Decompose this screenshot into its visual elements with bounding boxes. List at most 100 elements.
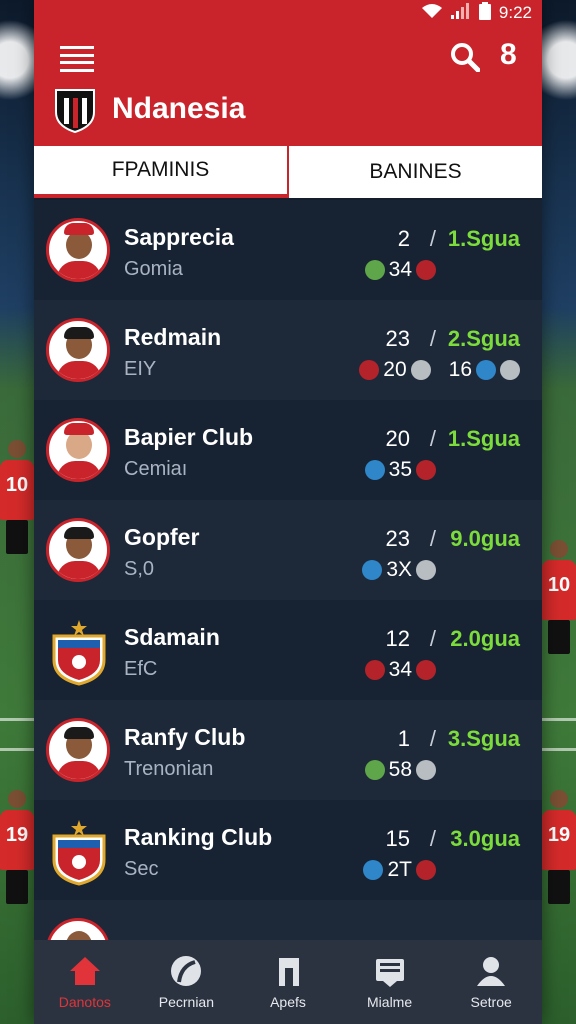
list-item[interactable]: Sdamain EfC 12 / 2.0gua 34 — [34, 600, 542, 700]
list-item[interactable]: Ranfy Club Trenonian 1 / 3.Sgua 58 — [34, 700, 542, 800]
club-subtitle: EIY — [124, 358, 157, 380]
nav-item-mialme[interactable]: Mialme — [339, 940, 441, 1024]
stat-green-icon — [364, 260, 385, 280]
background-player: 10 — [542, 540, 576, 654]
notification-count[interactable]: 8 — [500, 38, 517, 72]
background-player: 19 — [542, 790, 576, 904]
club-name: Sapprecia — [124, 224, 234, 250]
signal-icon — [450, 2, 471, 24]
nav-label: Apefs — [270, 994, 306, 1010]
stat-value: 34 — [388, 258, 412, 281]
club-name: Redmain — [124, 324, 222, 350]
stat-value: 34 — [388, 658, 412, 681]
stat-value: 3X — [386, 558, 412, 581]
tab-fpaminis[interactable]: FPAMINIS — [34, 146, 289, 198]
club-name: Bapier Club — [124, 424, 254, 450]
separator: / — [429, 526, 436, 551]
tab-bar: FPAMINIS BANINES — [34, 146, 542, 198]
separator: / — [429, 326, 436, 351]
avatar — [46, 418, 110, 482]
club-name: Ranfy Club — [124, 724, 246, 750]
ball-icon — [171, 956, 202, 986]
search-icon[interactable] — [450, 42, 481, 73]
separator: / — [429, 426, 436, 451]
club-subtitle: Cemiaı — [124, 458, 188, 480]
nav-item-setroe[interactable]: Setroe — [440, 940, 542, 1024]
club-stats: 2T — [363, 858, 436, 882]
stat-grey-icon — [500, 360, 520, 380]
club-stats: 3X — [362, 558, 436, 582]
avatar — [46, 318, 110, 382]
club-rank: 1 — [397, 726, 410, 751]
nav-item-home[interactable]: Danotos — [34, 940, 136, 1024]
list-item[interactable] — [34, 900, 542, 940]
menu-icon[interactable] — [60, 46, 94, 72]
club-crest-icon — [52, 620, 106, 686]
club-league: 3.0gua — [450, 826, 520, 851]
person-icon — [477, 957, 506, 986]
stat-value: 16 — [448, 358, 472, 381]
club-stats: 35 — [364, 458, 436, 482]
club-rank: 15 — [385, 826, 410, 851]
club-league: 2.0gua — [450, 626, 520, 651]
page-title: Ndanesia — [112, 92, 246, 125]
club-stats: 34 — [364, 258, 436, 282]
wifi-icon — [421, 3, 443, 24]
stat-grey-icon — [416, 560, 436, 580]
stat-red-icon — [416, 660, 436, 680]
club-crest-icon — [52, 820, 106, 886]
app-panel: 9:22 8 Ndanesia FPAMINIS BANINES Sapprec… — [34, 0, 542, 1024]
club-rank: 20 — [385, 426, 410, 451]
club-subtitle: Gomia — [124, 258, 183, 280]
list-item[interactable]: Sapprecia Gomia 2 / 1.Sgua 34 — [34, 200, 542, 300]
news-icon — [375, 959, 404, 987]
club-subtitle: Sec — [124, 858, 159, 880]
status-time: 9:22 — [498, 3, 532, 22]
club-name: Ranking Club — [124, 824, 273, 850]
stat-value: 35 — [388, 458, 412, 481]
nav-label: Danotos — [58, 994, 111, 1010]
stat-green-icon — [364, 760, 385, 780]
stat-blue-icon — [476, 360, 496, 380]
background-player: 19 — [0, 790, 34, 904]
list-item[interactable]: Redmain EIY 23 / 2.Sgua 20 16 — [34, 300, 542, 400]
stat-red-icon — [359, 360, 380, 380]
separator: / — [429, 226, 436, 251]
club-league: 1.Sgua — [447, 226, 520, 251]
status-bar: 9:22 — [34, 0, 542, 26]
nav-item-pecrnian[interactable]: Pecrnian — [136, 940, 238, 1024]
music-icon — [278, 958, 299, 986]
avatar — [46, 718, 110, 782]
stat-red-icon — [364, 660, 385, 680]
club-league: 1.Sgua — [447, 426, 520, 451]
list-item[interactable]: Bapier Club Cemiaı 20 / 1.Sgua 35 — [34, 400, 542, 500]
stat-red-icon — [416, 860, 436, 880]
stat-blue-icon — [363, 860, 384, 880]
stat-grey-icon — [416, 760, 436, 780]
club-list: Sapprecia Gomia 2 / 1.Sgua 34 Redmain EI… — [34, 200, 542, 940]
avatar — [46, 518, 110, 582]
background-player: 10 — [0, 440, 34, 554]
club-subtitle: EfC — [124, 658, 158, 680]
club-name: Gopfer — [124, 524, 200, 550]
avatar — [46, 918, 110, 940]
nav-label: Pecrnian — [158, 994, 215, 1010]
stat-red-icon — [416, 460, 436, 480]
separator: / — [429, 826, 436, 851]
list-item[interactable]: Gopfer S,0 23 / 9.0gua 3X — [34, 500, 542, 600]
club-league: 9.0gua — [450, 526, 520, 551]
tab-banines[interactable]: BANINES — [289, 146, 542, 198]
club-subtitle: Trenonian — [124, 758, 214, 780]
stat-value: 2T — [387, 858, 412, 881]
list-item[interactable]: Ranking Club Sec 15 / 3.0gua 2T — [34, 800, 542, 900]
nav-item-apefs[interactable]: Apefs — [237, 940, 339, 1024]
club-stats: 58 — [364, 758, 436, 782]
club-league: 2.Sgua — [447, 326, 520, 351]
club-subtitle: S,0 — [124, 558, 155, 580]
club-league: 3.Sgua — [447, 726, 520, 751]
stat-blue-icon — [364, 460, 385, 480]
club-logo-icon — [54, 88, 96, 134]
separator: / — [429, 726, 436, 751]
nav-label: Setroe — [470, 994, 512, 1010]
battery-icon — [478, 1, 491, 25]
